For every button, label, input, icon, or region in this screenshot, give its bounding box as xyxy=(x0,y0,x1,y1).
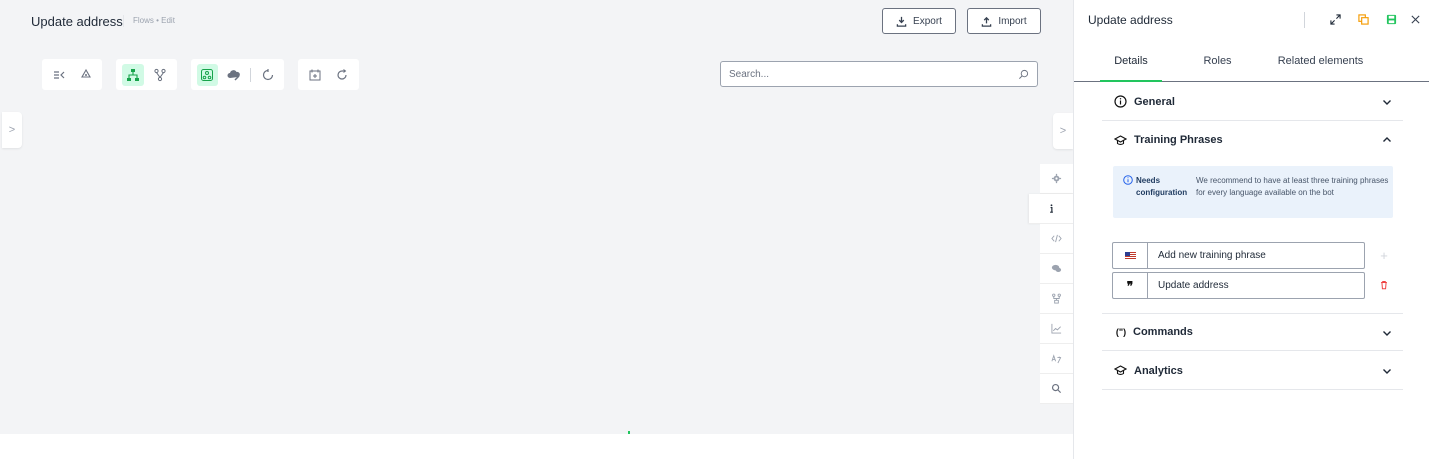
info-icon xyxy=(1049,204,1053,213)
needs-configuration-notice: Needs configuration We recommend to have… xyxy=(1113,166,1393,218)
info-circle-icon xyxy=(1123,175,1133,185)
canvas-node-marker xyxy=(628,431,630,434)
tab-roles[interactable]: Roles xyxy=(1187,40,1248,82)
rail-code[interactable] xyxy=(1040,224,1073,254)
trash-icon xyxy=(1381,281,1387,290)
collapse-menu-icon[interactable] xyxy=(48,64,69,86)
branch-icon[interactable] xyxy=(150,64,172,86)
section-general-label: General xyxy=(1134,95,1175,108)
import-button[interactable]: Import xyxy=(967,8,1041,34)
us-flag-icon xyxy=(1124,251,1136,260)
details-panel: Update address Details Roles Related ele… xyxy=(1073,0,1429,459)
new-phrase-row: Add new training phrase xyxy=(1112,242,1365,269)
phrase-row: ❞ Update address xyxy=(1112,272,1365,299)
chevron-right-icon: > xyxy=(8,124,16,136)
close-icon[interactable] xyxy=(1408,12,1422,26)
chevron-down-icon xyxy=(1383,331,1391,336)
copy-icon[interactable] xyxy=(1356,12,1370,26)
toolbar-group-structure xyxy=(116,59,177,90)
page-title: Update address xyxy=(31,14,123,29)
recycle-icon[interactable] xyxy=(75,64,96,86)
section-training-label: Training Phrases xyxy=(1134,134,1223,146)
chevron-up-icon xyxy=(1383,137,1391,142)
import-label: Import xyxy=(998,15,1027,27)
sync-icon[interactable] xyxy=(257,64,278,86)
rail-chat[interactable] xyxy=(1040,254,1073,284)
section-commands[interactable]: (") Commands xyxy=(1102,313,1403,351)
delete-phrase-button[interactable] xyxy=(1378,279,1390,291)
save-icon[interactable] xyxy=(1384,12,1398,26)
panel-tabs: Details Roles Related elements xyxy=(1074,40,1429,82)
info-circle-icon xyxy=(1113,95,1127,109)
section-general[interactable]: General xyxy=(1102,83,1403,121)
tab-details[interactable]: Details xyxy=(1100,40,1162,82)
export-label: Export xyxy=(913,15,942,27)
section-commands-label: Commands xyxy=(1133,326,1193,338)
rail-flow[interactable] xyxy=(1040,284,1073,314)
chart-icon xyxy=(1051,323,1062,334)
cloud-edit-icon[interactable] xyxy=(224,64,245,86)
calendar-plus-icon[interactable] xyxy=(304,64,326,86)
rail-info[interactable] xyxy=(1029,194,1073,224)
chat-icon xyxy=(1051,264,1062,272)
panel-title: Update address xyxy=(1088,13,1173,27)
hierarchy-icon[interactable] xyxy=(122,63,144,86)
panel-header-divider xyxy=(1304,12,1305,28)
search-icon[interactable] xyxy=(1018,69,1029,80)
new-phrase-input[interactable]: Add new training phrase xyxy=(1148,250,1266,261)
section-analytics-label: Analytics xyxy=(1134,364,1183,377)
code-icon xyxy=(1051,234,1062,243)
search-input[interactable] xyxy=(729,68,1018,80)
add-phrase-button[interactable]: + xyxy=(1378,247,1390,263)
command-quote-icon: (") xyxy=(1115,327,1127,337)
canvas-search xyxy=(720,61,1038,87)
chevron-right-icon: > xyxy=(1059,125,1067,137)
phrase-text[interactable]: Update address xyxy=(1148,280,1229,291)
side-rail xyxy=(1029,164,1073,404)
graduation-cap-icon xyxy=(1113,364,1127,378)
flow-icon xyxy=(1052,293,1061,304)
upload-icon xyxy=(982,16,992,27)
rail-settings[interactable] xyxy=(1040,164,1073,194)
language-flag[interactable] xyxy=(1113,243,1148,268)
tab-related-elements[interactable]: Related elements xyxy=(1268,40,1373,82)
gear-icon xyxy=(1051,173,1062,184)
left-panel-toggle[interactable]: > xyxy=(2,112,22,148)
section-analytics[interactable]: Analytics xyxy=(1102,352,1403,390)
toolbar-divider xyxy=(250,67,252,82)
section-training-phrases[interactable]: Training Phrases xyxy=(1102,121,1403,159)
toolbar-group-view xyxy=(42,59,102,90)
export-button[interactable]: Export xyxy=(882,8,956,34)
right-panel-toggle[interactable]: > xyxy=(1053,113,1073,149)
plus-icon: + xyxy=(1380,247,1388,263)
rail-search[interactable] xyxy=(1040,374,1073,404)
expand-icon[interactable] xyxy=(1328,12,1342,26)
rail-analytics[interactable] xyxy=(1040,314,1073,344)
notice-heading: Needs configuration xyxy=(1136,176,1188,197)
translate-icon xyxy=(1051,354,1062,364)
toolbar-group-layout xyxy=(191,59,284,90)
graduation-cap-icon xyxy=(1113,133,1127,147)
chevron-down-icon xyxy=(1383,100,1391,105)
refresh-icon[interactable] xyxy=(332,64,354,86)
auto-layout-icon[interactable] xyxy=(197,63,218,86)
chevron-down-icon xyxy=(1383,369,1391,374)
download-icon xyxy=(896,16,907,27)
rail-translate[interactable] xyxy=(1040,344,1073,374)
breadcrumb: Flows • Edit xyxy=(123,15,175,27)
search-icon xyxy=(1051,383,1062,394)
quote-icon: ❞ xyxy=(1113,273,1148,298)
notice-text: We recommend to have at least three trai… xyxy=(1196,176,1389,197)
flow-canvas[interactable]: Update address Flows • Edit Export Impor… xyxy=(0,0,1073,434)
toolbar-group-actions xyxy=(298,59,359,90)
